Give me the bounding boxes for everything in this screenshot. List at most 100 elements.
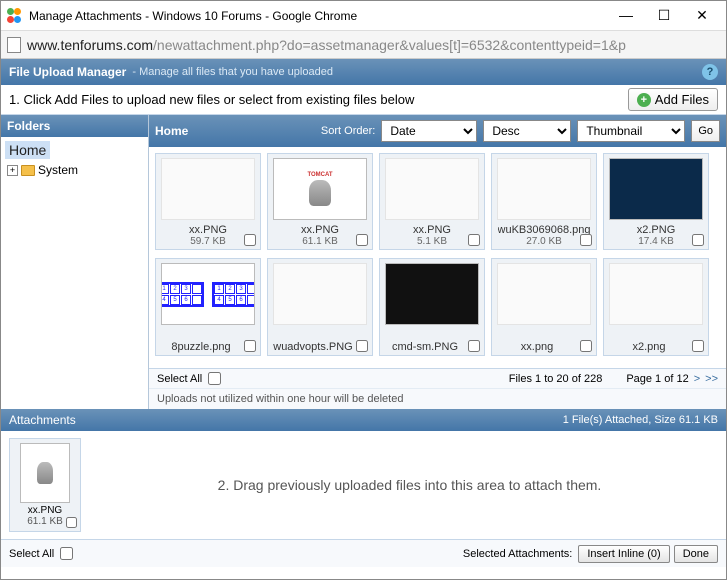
file-name: xx.PNG <box>189 224 227 236</box>
file-size: 59.7 KB <box>190 236 226 247</box>
file-checkbox[interactable] <box>356 234 368 246</box>
bottom-select-all-label: Select All <box>9 548 54 560</box>
file-name: x2.PNG <box>637 224 676 236</box>
folders-heading: Folders <box>1 115 148 137</box>
plus-icon: + <box>637 93 651 107</box>
thumbnail-image <box>497 158 591 220</box>
file-size: 5.1 KB <box>417 236 447 247</box>
file-name: cmd-sm.PNG <box>384 341 466 353</box>
file-checkbox[interactable] <box>580 340 592 352</box>
content-toolbar: Home Sort Order: Date Desc Thumbnail Go <box>149 115 726 147</box>
page-icon <box>7 37 21 53</box>
thumbnail-image <box>497 263 591 325</box>
attachment-name: xx.PNG <box>28 505 62 516</box>
address-bar[interactable]: www.tenforums.com /newattachment.php?do=… <box>1 31 726 59</box>
header-subtitle: - Manage all files that you have uploade… <box>132 66 333 78</box>
file-checkbox[interactable] <box>468 234 480 246</box>
attachments-info: 1 File(s) Attached, Size 61.1 KB <box>563 414 718 426</box>
status-row: Select All Files 1 to 20 of 228 Page 1 o… <box>149 368 726 388</box>
file-name: xx.png <box>496 341 578 353</box>
window-title: Manage Attachments - Windows 10 Forums -… <box>29 9 616 23</box>
minimize-button[interactable]: — <box>616 7 636 24</box>
select-all-label: Select All <box>157 373 202 385</box>
file-name: xx.PNG <box>301 224 339 236</box>
file-size: 61.1 KB <box>302 236 338 247</box>
folder-system-row[interactable]: + System <box>3 161 146 179</box>
instruction-row: 1. Click Add Files to upload new files o… <box>1 85 726 115</box>
select-all-checkbox[interactable] <box>208 372 221 385</box>
thumbnail-image: TOMCAT <box>273 158 367 220</box>
add-files-label: Add Files <box>655 92 709 107</box>
url-path: /newattachment.php?do=assetmanager&value… <box>153 37 626 53</box>
sort-label: Sort Order: <box>321 125 375 137</box>
file-name: xx.PNG <box>413 224 451 236</box>
thumbnail-image <box>385 158 479 220</box>
selected-attachments-label: Selected Attachments: <box>463 548 572 560</box>
attachments-header: Attachments 1 File(s) Attached, Size 61.… <box>1 409 726 431</box>
file-checkbox[interactable] <box>692 340 704 352</box>
file-checkbox[interactable] <box>356 340 368 352</box>
thumbnail-grid: xx.PNG 59.7 KB TOMCAT xx.PNG 61.1 KB xx.… <box>149 147 726 368</box>
file-cell[interactable]: wuKB3069068.png 27.0 KB <box>491 153 597 250</box>
attachment-thumbnail <box>20 443 70 503</box>
last-page-link[interactable]: >> <box>705 373 718 385</box>
file-checkbox[interactable] <box>244 340 256 352</box>
drag-hint: 2. Drag previously uploaded files into t… <box>101 477 718 493</box>
folder-system-label: System <box>38 163 78 177</box>
upload-note: Uploads not utilized within one hour wil… <box>149 388 726 409</box>
go-button[interactable]: Go <box>691 120 720 142</box>
content-panel: Home Sort Order: Date Desc Thumbnail Go … <box>149 115 726 409</box>
attachments-heading: Attachments <box>9 413 76 427</box>
file-cell[interactable]: xx.png <box>491 258 597 356</box>
file-name: 8puzzle.png <box>160 341 242 353</box>
file-cell[interactable]: xx.PNG 59.7 KB <box>155 153 261 250</box>
window-titlebar: Manage Attachments - Windows 10 Forums -… <box>1 1 726 31</box>
bottom-bar: Select All Selected Attachments: Insert … <box>1 539 726 567</box>
breadcrumb[interactable]: Home <box>155 124 188 138</box>
thumbnail-image <box>161 158 255 220</box>
folder-home[interactable]: Home <box>5 141 50 159</box>
header-title: File Upload Manager <box>9 65 126 79</box>
file-cell[interactable]: TOMCAT xx.PNG 61.1 KB <box>267 153 373 250</box>
thumbnail-image: 123456123456 <box>161 263 255 325</box>
file-range: Files 1 to 20 of 228 <box>509 373 603 385</box>
file-size: 17.4 KB <box>638 236 674 247</box>
thumbnail-image <box>609 158 703 220</box>
attachment-checkbox[interactable] <box>66 517 77 528</box>
file-cell[interactable]: cmd-sm.PNG <box>379 258 485 356</box>
next-page-link[interactable]: > <box>694 373 700 385</box>
bottom-select-all-checkbox[interactable] <box>60 547 73 560</box>
done-button[interactable]: Done <box>674 545 718 563</box>
file-cell[interactable]: x2.png <box>603 258 709 356</box>
url-host: www.tenforums.com <box>27 37 153 53</box>
sort-direction-select[interactable]: Desc <box>483 120 571 142</box>
maximize-button[interactable]: ☐ <box>654 7 674 24</box>
attachment-size: 61.1 KB <box>27 516 63 527</box>
folders-panel: Folders Home + System <box>1 115 149 409</box>
help-icon[interactable]: ? <box>702 64 718 80</box>
upload-manager-header: File Upload Manager - Manage all files t… <box>1 59 726 85</box>
file-cell[interactable]: wuadvopts.PNG <box>267 258 373 356</box>
sort-field-select[interactable]: Date <box>381 120 477 142</box>
folder-icon <box>21 165 35 176</box>
file-checkbox[interactable] <box>244 234 256 246</box>
insert-inline-button[interactable]: Insert Inline (0) <box>578 545 669 563</box>
file-cell[interactable]: 123456123456 8puzzle.png <box>155 258 261 356</box>
file-size: 27.0 KB <box>526 236 562 247</box>
file-checkbox[interactable] <box>580 234 592 246</box>
file-checkbox[interactable] <box>692 234 704 246</box>
file-cell[interactable]: x2.PNG 17.4 KB <box>603 153 709 250</box>
thumbnail-image <box>385 263 479 325</box>
expand-icon[interactable]: + <box>7 165 18 176</box>
attachments-dropzone[interactable]: xx.PNG 61.1 KB 2. Drag previously upload… <box>1 431 726 539</box>
close-button[interactable]: ✕ <box>692 7 712 24</box>
thumbnail-image <box>609 263 703 325</box>
file-name: wuKB3069068.png <box>498 224 591 236</box>
file-cell[interactable]: xx.PNG 5.1 KB <box>379 153 485 250</box>
thumbnail-image <box>273 263 367 325</box>
add-files-button[interactable]: + Add Files <box>628 88 718 111</box>
attachment-cell[interactable]: xx.PNG 61.1 KB <box>9 438 81 532</box>
file-checkbox[interactable] <box>468 340 480 352</box>
sort-view-select[interactable]: Thumbnail <box>577 120 685 142</box>
page-info: Page 1 of 12 <box>626 373 688 385</box>
